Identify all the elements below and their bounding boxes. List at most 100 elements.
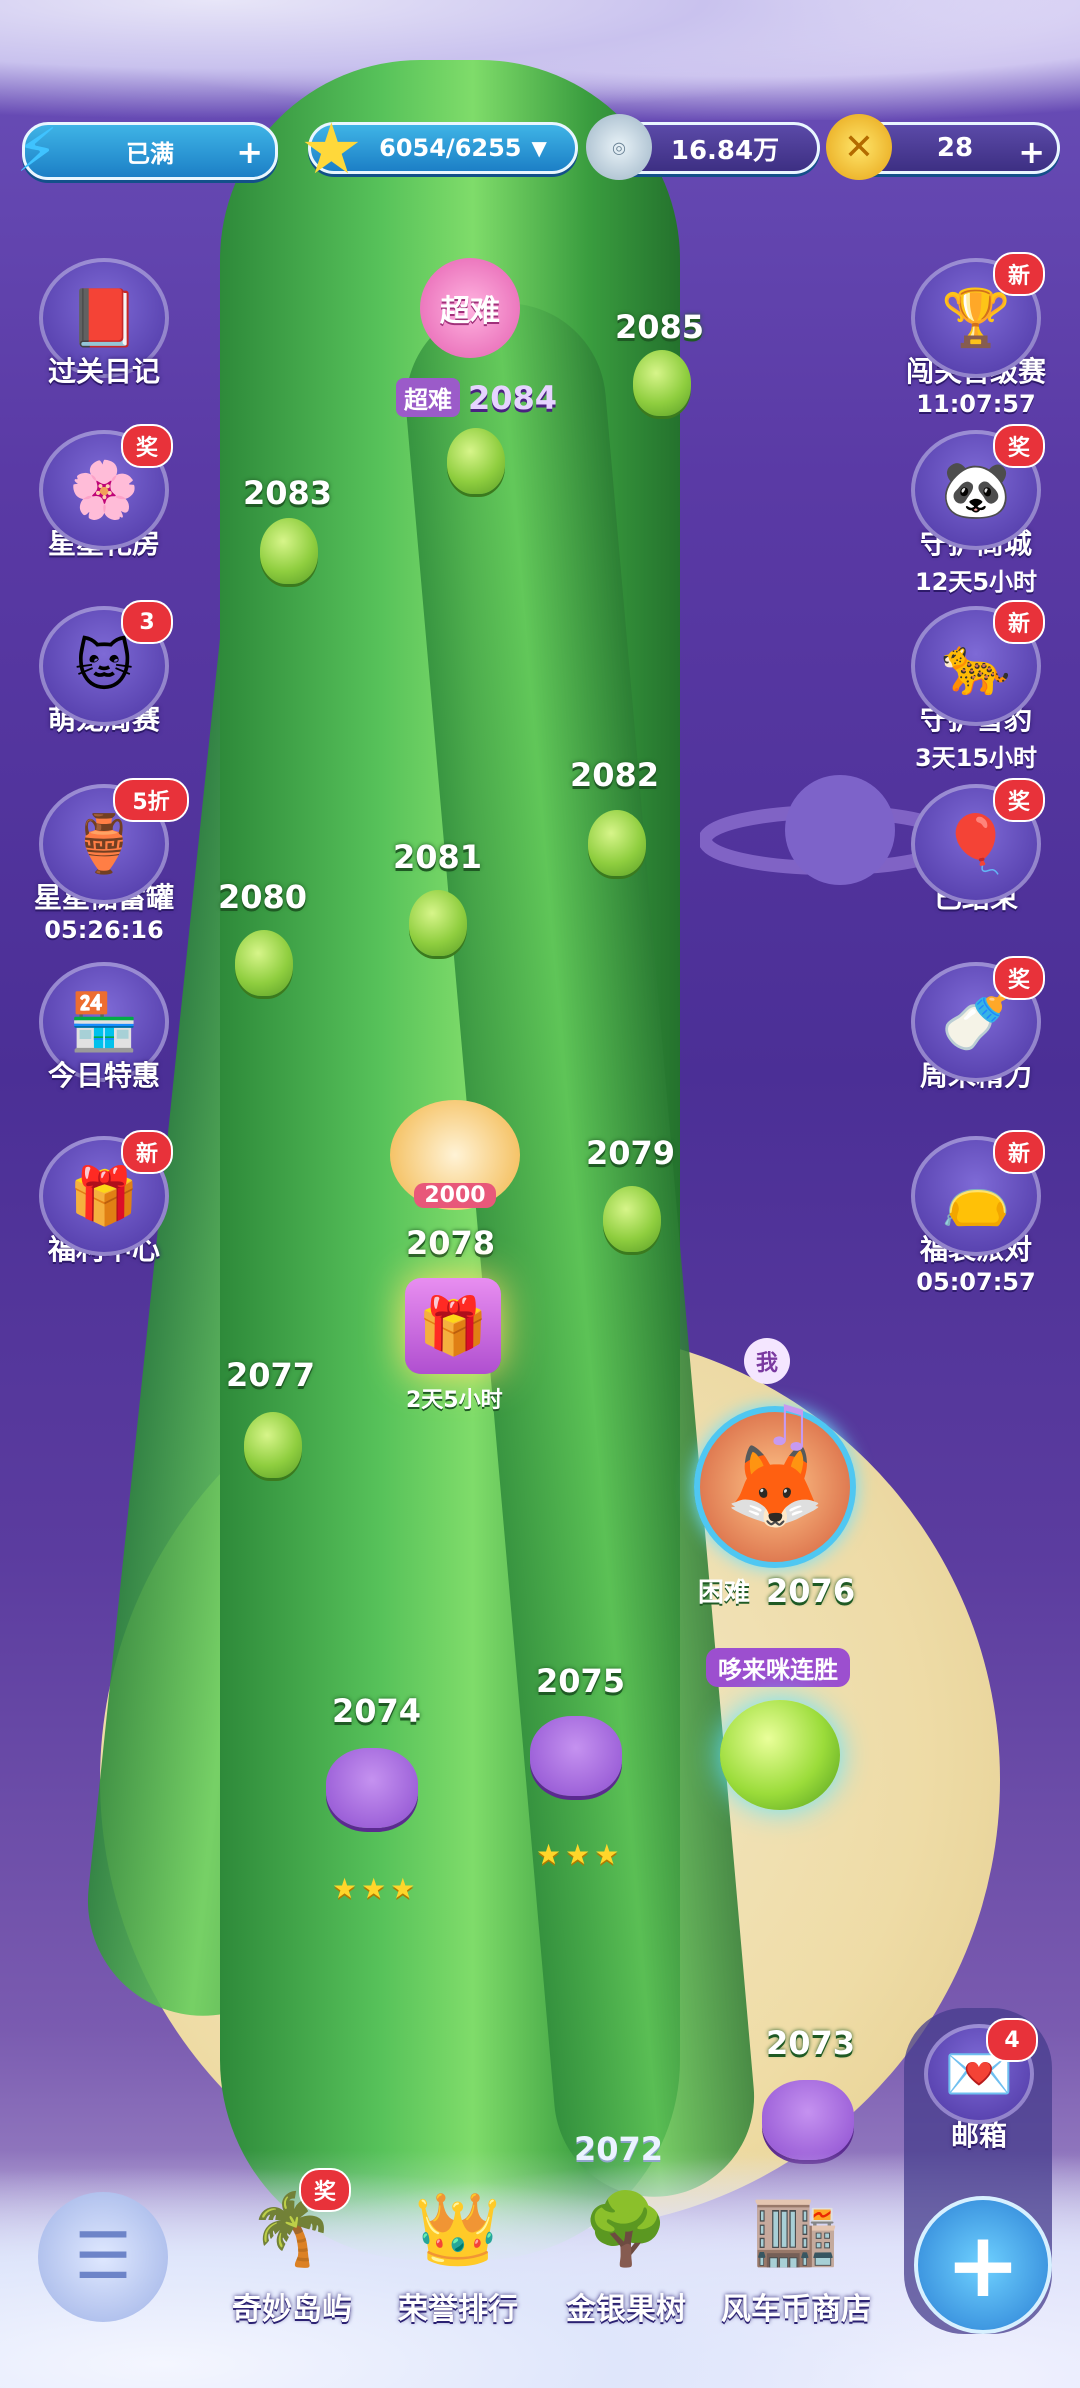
music-note-icon: ♫ xyxy=(763,1394,814,1459)
nav-item-windmill-shop[interactable]: 🏬 风车币商店 xyxy=(716,2174,876,2328)
promotion-race-timer: 11:07:57 xyxy=(916,390,1036,418)
nav-label: 奇妙岛屿 xyxy=(232,2292,352,2327)
silver-value: 16.84万 xyxy=(670,135,780,166)
streak-label: 哆来咪连胜 xyxy=(706,1648,850,1687)
silver-coin-icon: ◎ xyxy=(586,114,652,180)
right-menu-item-balloon-event[interactable]: 🎈 奖 已结束 xyxy=(906,778,1046,934)
menu-list-button[interactable]: ☰ xyxy=(38,2192,168,2322)
level-2074-label: 2074 xyxy=(332,1692,422,1730)
silver-bar: 16.84万 ◎ xyxy=(586,114,820,180)
piggy-bank-timer: 05:26:16 xyxy=(44,916,164,944)
reward-badge: 奖 xyxy=(993,778,1045,822)
super-hard-flower-label: 超难 xyxy=(440,294,500,329)
chevron-down-icon[interactable]: ▼ xyxy=(531,136,546,160)
level-2084-header: 超难 2084 xyxy=(396,378,557,417)
guardian-shop-timer: 12天5小时 xyxy=(914,568,1038,596)
level-2079-label: 2079 xyxy=(586,1134,676,1172)
chest-timer: 2天5小时 xyxy=(406,1388,503,1413)
level-2077-label: 2077 xyxy=(226,1356,316,1394)
energy-bar[interactable]: 已满 + ⚡ xyxy=(16,116,278,186)
gold-coin-icon: ✕ xyxy=(826,114,892,180)
add-energy-icon[interactable]: + xyxy=(236,133,263,171)
level-2082-node[interactable] xyxy=(588,810,646,876)
energy-label: 已满 xyxy=(126,139,174,168)
new-badge: 新 xyxy=(993,252,1045,296)
level-2085-label: 2085 xyxy=(615,308,705,346)
left-menu-label: 今日特惠 xyxy=(47,1059,160,1092)
level-2082-label: 2082 xyxy=(570,756,660,794)
left-menu-item-welfare[interactable]: 🎁 新 福利中心 xyxy=(34,1130,174,1286)
stars-bar[interactable]: 6054/6255 ▼ ★ xyxy=(300,108,578,190)
level-2074-owl-node[interactable] xyxy=(326,1748,418,1828)
level-2085-node[interactable] xyxy=(633,350,691,416)
level-2074-stars: ★★★ xyxy=(332,1872,420,1905)
super-hard-tag: 超难 xyxy=(396,378,460,417)
mailbox-button[interactable]: 💌 4 邮箱 xyxy=(914,2018,1044,2154)
star-icon: ★ xyxy=(300,108,363,190)
lightning-icon: ⚡ xyxy=(16,116,59,186)
nav-item-fruit-tree[interactable]: 🌳 金银果树 xyxy=(546,2174,706,2328)
level-2081-node[interactable] xyxy=(409,890,467,956)
discount-badge: 5折 xyxy=(113,778,189,822)
add-gold-icon[interactable]: + xyxy=(1018,133,1045,171)
milestone-2000-trophy[interactable]: 2000 xyxy=(390,1100,520,1210)
left-menu-item-piggy-bank[interactable]: 🏺 5折 星星储蓄罐 05:26:16 xyxy=(34,778,189,944)
level-2075-label: 2075 xyxy=(536,1662,626,1700)
count-badge: 3 xyxy=(121,600,173,644)
gold-bar[interactable]: 28 + ✕ xyxy=(826,114,1060,180)
level-2076-label: 2076 xyxy=(766,1571,856,1610)
level-2073-owl-node[interactable] xyxy=(762,2080,854,2160)
right-menu-item-promotion-race[interactable]: 🏆 新 闯关晋级赛 11:07:57 xyxy=(906,252,1046,418)
right-menu-item-guardian-shop[interactable]: 🐼 奖 守护商城 12天5小时 xyxy=(906,424,1046,596)
right-menu-item-lucky-bag[interactable]: 👝 新 福袋派对 05:07:57 xyxy=(906,1130,1046,1296)
right-menu-item-snow-leopard[interactable]: 🐆 新 守护雪豹 3天15小时 xyxy=(906,600,1046,772)
level-2083-node[interactable] xyxy=(260,518,318,584)
level-2084-node[interactable] xyxy=(447,428,505,494)
nav-label: 金银果树 xyxy=(566,2292,686,2327)
level-2081-label: 2081 xyxy=(393,838,483,876)
stars-value: 6054/6255 xyxy=(379,134,522,162)
lucky-bag-timer: 05:07:57 xyxy=(916,1268,1036,1296)
right-menu-item-weekend-energy[interactable]: 🍼 奖 周末精力 xyxy=(906,956,1046,1112)
snow-leopard-timer: 3天15小时 xyxy=(914,744,1038,772)
level-2075-stars: ★★★ xyxy=(536,1838,624,1871)
left-menu-item-flower-house[interactable]: 🌸 奖 星星花房 xyxy=(34,424,174,580)
level-2075-owl-node[interactable] xyxy=(530,1716,622,1796)
level-2079-node[interactable] xyxy=(603,1186,661,1252)
new-badge: 新 xyxy=(993,600,1045,644)
expand-plus-button[interactable]: + xyxy=(914,2196,1052,2334)
reward-badge: 奖 xyxy=(299,2168,351,2212)
left-menu-item-daily-deal[interactable]: 🏪 今日特惠 xyxy=(34,962,174,1112)
level-2076-header: 困难 2076 xyxy=(690,1570,855,1611)
nav-label: 荣誉排行 xyxy=(398,2292,518,2327)
left-menu-label: 过关日记 xyxy=(47,355,160,388)
fruit-tree-icon: 🌳 xyxy=(582,2187,670,2270)
crown-icon: 👑 xyxy=(414,2187,502,2270)
hard-tag: 困难 xyxy=(698,1578,751,1608)
windmill-shop-icon: 🏬 xyxy=(752,2187,840,2270)
level-2080-node[interactable] xyxy=(235,930,293,996)
me-marker: 我 xyxy=(744,1338,790,1384)
reward-badge: 奖 xyxy=(993,424,1045,468)
level-2080-label: 2080 xyxy=(218,878,308,916)
new-badge: 新 xyxy=(993,1130,1045,1174)
nav-label: 风车币商店 xyxy=(721,2292,871,2327)
new-badge: 新 xyxy=(121,1130,173,1174)
reward-badge: 奖 xyxy=(993,956,1045,1000)
nav-item-honor-rank[interactable]: 👑 荣誉排行 xyxy=(378,2174,538,2328)
reward-badge: 奖 xyxy=(121,424,173,468)
level-2084-label: 2084 xyxy=(468,378,558,417)
mail-count-badge: 4 xyxy=(986,2018,1038,2062)
left-menu-item-diary[interactable]: 📕 过关日记 xyxy=(34,258,174,408)
level-2077-node[interactable] xyxy=(244,1412,302,1478)
milestone-label: 2000 xyxy=(414,1183,496,1208)
super-hard-flower: 超难 xyxy=(420,258,520,358)
level-2076-current-node[interactable] xyxy=(720,1700,840,1810)
level-2078-gift-chest[interactable]: 🎁 xyxy=(405,1278,501,1374)
level-2073-label: 2073 xyxy=(766,2024,856,2062)
gold-value: 28 xyxy=(936,133,974,163)
level-2078-label: 2078 xyxy=(406,1224,496,1262)
nav-item-island[interactable]: 🌴 奖 奇妙岛屿 xyxy=(212,2168,372,2328)
left-menu-item-pet-weekly[interactable]: 🐱 3 萌宠周赛 xyxy=(34,600,174,756)
level-2083-label: 2083 xyxy=(243,474,333,512)
